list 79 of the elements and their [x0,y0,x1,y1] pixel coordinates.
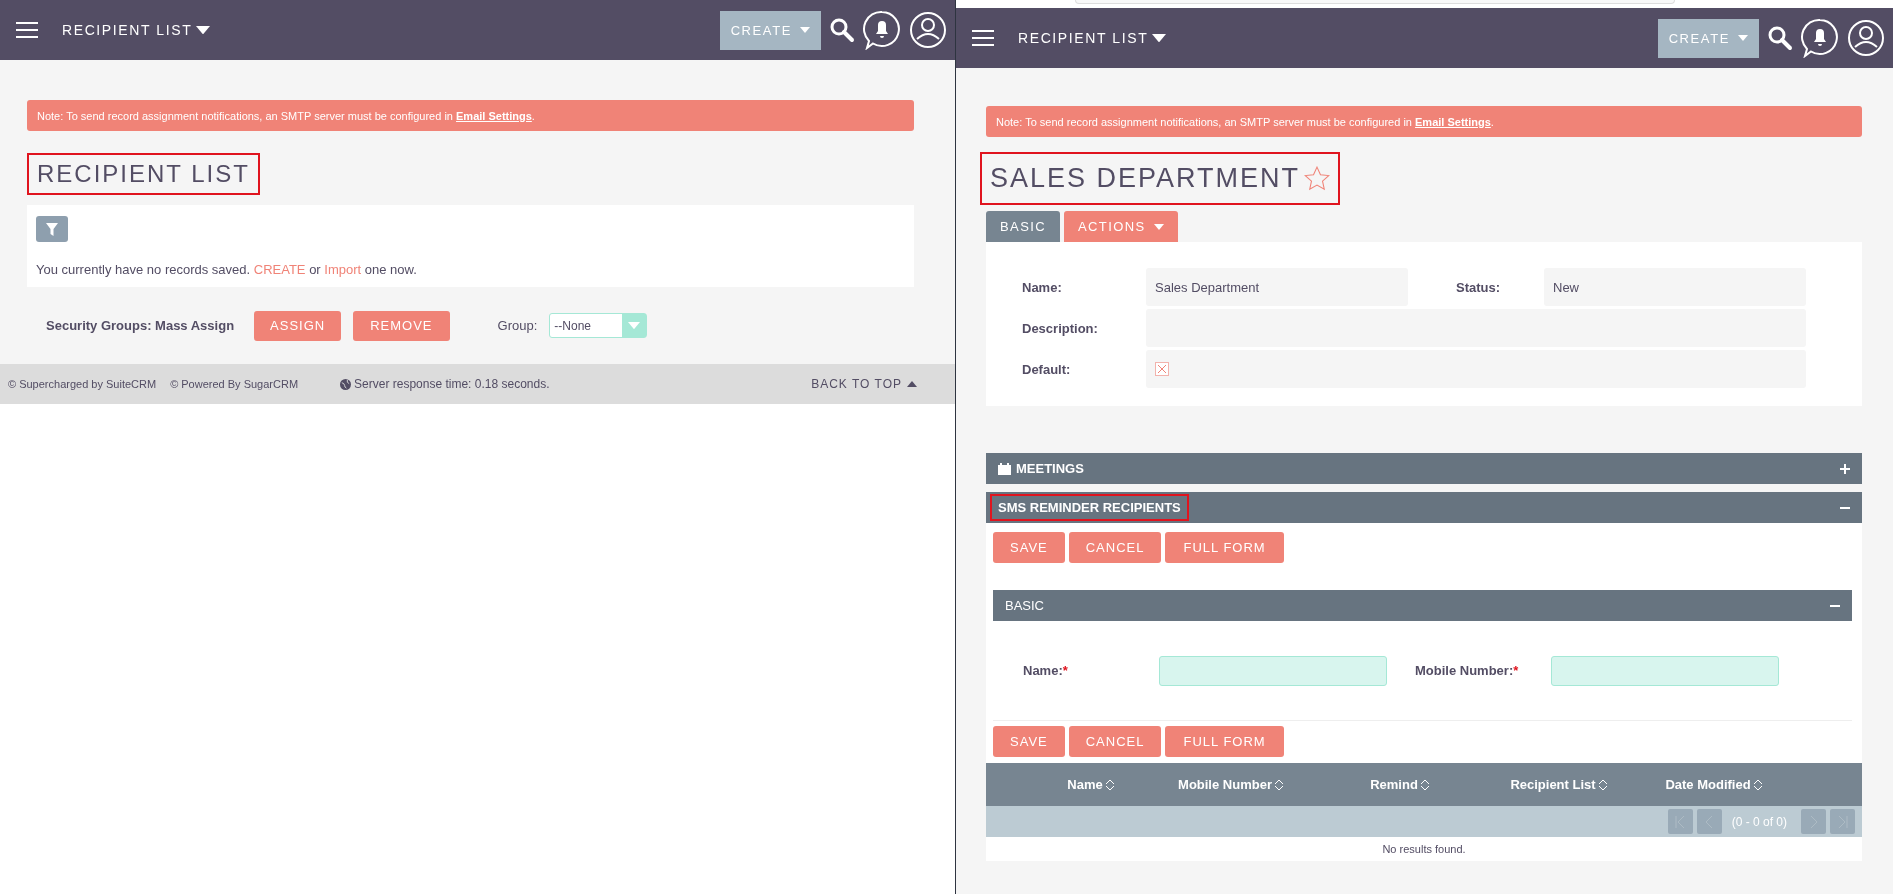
column-header[interactable]: Name [1026,777,1156,792]
create-link[interactable]: CREATE [253,262,306,277]
detail-tab[interactable]: BASIC [986,211,1060,242]
server-response-text: Server response time: 0.18 seconds. [354,377,550,391]
field-label: Description: [1021,320,1099,336]
caret-icon [1738,35,1748,41]
mass-assign-button[interactable]: ASSIGN [254,310,342,341]
module-menu[interactable]: RECIPIENT LIST [62,22,211,38]
column-header[interactable]: Recipient List [1494,777,1624,792]
globe-icon [340,378,352,390]
sort-icon [1752,778,1763,791]
search-icon[interactable] [1767,25,1793,51]
caret-icon [800,27,810,33]
sort-icon [1419,778,1430,791]
back-to-top-link[interactable]: BACK TO TOP [811,377,917,391]
menu-icon[interactable] [16,22,38,38]
credit-text: © Powered By SugarCRM [170,378,299,390]
filter-icon [46,222,58,236]
text-input[interactable] [1159,655,1387,686]
search-icon[interactable] [829,17,855,43]
group-select[interactable]: --None [549,313,648,338]
alert-text: Note: To send record assignment notifications, an SMTP server must be configured in Email Settings. [37,109,535,122]
subpanel-header[interactable]: MEETINGS [986,453,1862,484]
crossed-box-icon [1155,362,1169,376]
form-button[interactable]: SAVE [993,726,1065,757]
column-header[interactable]: Mobile Number [1156,777,1306,792]
field-value: Sales Department [1146,268,1408,306]
subpanel-header[interactable]: SMS REMINDER RECIPIENTS [986,492,1862,523]
mass-assign-label: Security Groups: Mass Assign [46,318,235,333]
email-settings-link[interactable]: Email Settings [456,109,532,122]
expand-icon[interactable] [1840,463,1850,474]
user-avatar-icon[interactable] [1847,19,1885,57]
email-settings-link[interactable]: Email Settings [1415,115,1491,128]
create-button[interactable]: CREATE [1657,18,1759,58]
record-title-text: SALES DEPARTMENT [990,163,1301,194]
page-title: RECIPIENT LIST [27,153,260,195]
form-button[interactable]: FULL FORM [1165,726,1284,757]
calendar-icon [998,462,1011,475]
form-field-label: Mobile Number:* [1415,663,1520,678]
empty-list-message: You currently have no records saved. CREATE or Import one now. [36,262,418,277]
sort-icon [1104,778,1115,791]
notification-bell-icon[interactable] [1801,18,1839,58]
menu-icon[interactable] [972,30,994,46]
form-button[interactable]: FULL FORM [1165,532,1284,563]
field-value: New [1544,268,1806,306]
caret-icon [628,321,641,330]
caret-icon [1153,223,1164,230]
favorite-star-icon[interactable] [1304,166,1331,191]
sort-icon [1273,778,1284,791]
sort-icon [1597,778,1608,791]
user-avatar-icon[interactable] [909,11,947,49]
subpanel-title: MEETINGS [990,455,1092,482]
column-header[interactable]: Date Modified [1624,777,1804,792]
alert-text: Note: To send record assignment notifications, an SMTP server must be configured in Email Settings. [996,115,1494,128]
group-label: Group: [497,318,538,333]
form-button[interactable]: CANCEL [1068,726,1162,757]
credit-text: © Supercharged by SuiteCRM [8,378,157,390]
caret-icon [1152,33,1167,43]
form-field-label: Name:* [1023,663,1069,678]
section-title: BASIC [1005,598,1044,613]
column-header[interactable]: Remind [1306,777,1494,792]
detail-tab[interactable]: ACTIONS [1064,211,1178,242]
subpanel-title: SMS REMINDER RECIPIENTS [990,494,1189,521]
text-input[interactable] [1551,655,1779,686]
filter-button[interactable] [36,216,68,242]
notification-bell-icon[interactable] [863,10,901,50]
field-label: Name: [1021,279,1063,295]
import-link[interactable]: Import [324,262,362,277]
field-label: Status: [1455,279,1502,295]
field-label: Default: [1021,361,1072,377]
form-button[interactable]: SAVE [993,532,1065,563]
form-section-header[interactable]: BASIC [993,590,1852,621]
form-button[interactable]: CANCEL [1068,532,1162,563]
caret-icon [196,25,211,35]
create-button[interactable]: CREATE [719,10,821,50]
module-menu[interactable]: RECIPIENT LIST [1018,30,1167,46]
pagination-text: (0 - 0 of 0) [1731,814,1787,829]
caret-icon [907,381,917,387]
mass-assign-button[interactable]: REMOVE [353,310,450,341]
